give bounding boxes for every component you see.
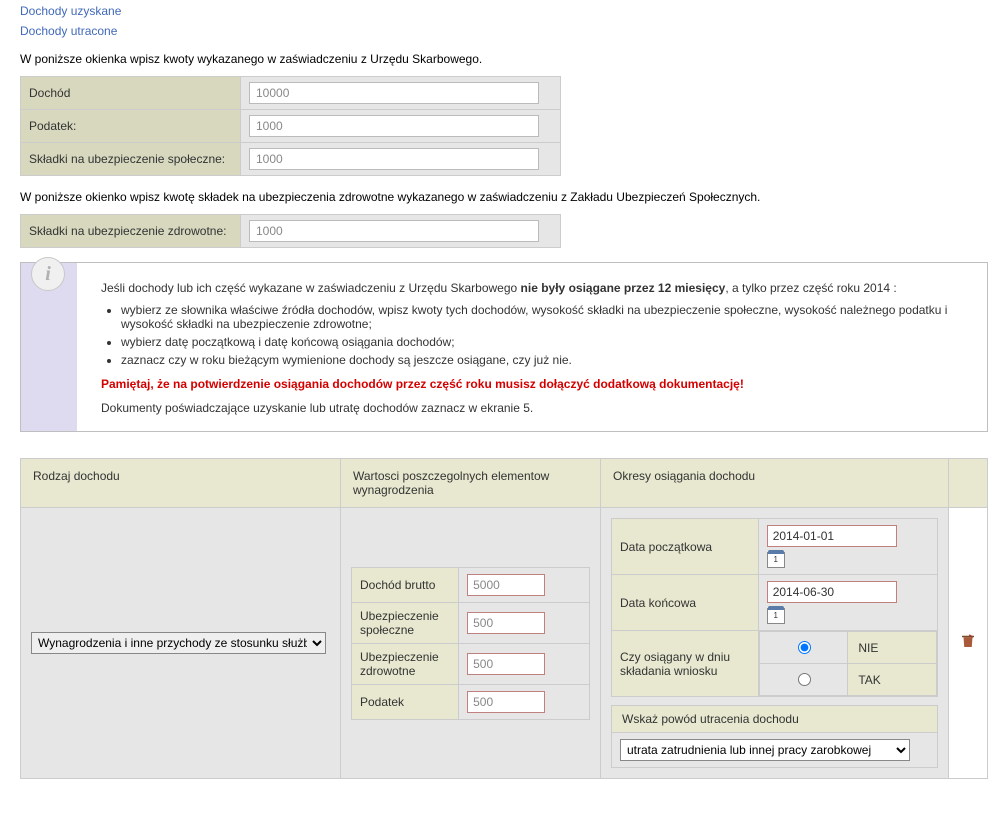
label-ubezp-spoleczne: Ubezpieczenie społeczne: [352, 602, 459, 643]
input-data-koncowa[interactable]: [767, 581, 897, 603]
info-footer: Dokumenty poświadczające uzyskanie lub u…: [101, 401, 971, 415]
label-tak: TAK: [848, 664, 937, 696]
form-health: Składki na ubezpieczenie zdrowotne:: [20, 214, 561, 248]
col-header-wartosci: Wartosci poszczegolnych elementow wynagr…: [341, 459, 601, 508]
cell-okresy: Data początkowa 1 Data końcowa 1 Czy osi…: [601, 508, 949, 779]
input-ubezp-zdrowotne[interactable]: [467, 653, 545, 675]
info-intro-bold: nie były osiągane przez 12 miesięcy: [521, 281, 726, 295]
label-czy-osiagany: Czy osiągany w dniu składania wniosku: [612, 631, 759, 697]
col-header-okresy: Okresy osiągania dochodu: [601, 459, 949, 508]
label-dochod: Dochód: [21, 77, 241, 110]
select-powod-utraty[interactable]: utrata zatrudnienia lub innej pracy zaro…: [620, 739, 910, 761]
label-data-konc: Data końcowa: [612, 575, 759, 631]
label-skladki-zdrowotne: Składki na ubezpieczenie zdrowotne:: [21, 215, 241, 248]
link-dochody-utracone[interactable]: Dochody utracone: [20, 24, 988, 38]
info-warning: Pamiętaj, że na potwierdzenie osiągania …: [101, 377, 971, 391]
label-ubezp-zdrowotne: Ubezpieczenie zdrowotne: [352, 643, 459, 684]
link-dochody-uzyskane[interactable]: Dochody uzyskane: [20, 4, 988, 18]
instruction-2: W poniższe okienko wpisz kwotę składek n…: [20, 190, 988, 204]
info-intro-before: Jeśli dochody lub ich część wykazane w z…: [101, 281, 521, 295]
col-header-rodzaj: Rodzaj dochodu: [21, 459, 341, 508]
label-skladki-spoleczne: Składki na ubezpieczenie społeczne:: [21, 143, 241, 176]
label-dochod-brutto: Dochód brutto: [352, 567, 459, 602]
input-dochod-brutto[interactable]: [467, 574, 545, 596]
input-podatek2[interactable]: [467, 691, 545, 713]
income-detail-table: Rodzaj dochodu Wartosci poszczegolnych e…: [20, 458, 988, 779]
cell-rodzaj: Wynagrodzenia i inne przychody ze stosun…: [21, 508, 341, 779]
label-data-pocz: Data początkowa: [612, 519, 759, 575]
instruction-1: W poniższe okienka wpisz kwoty wykazaneg…: [20, 52, 988, 66]
radio-tak[interactable]: [798, 673, 811, 686]
input-podatek[interactable]: [249, 115, 539, 137]
info-bullet: wybierz datę początkową i datę końcową o…: [121, 335, 971, 349]
form-income-tax: Dochód Podatek: Składki na ubezpieczenie…: [20, 76, 561, 176]
input-skladki-zdrowotne[interactable]: [249, 220, 539, 242]
info-intro: Jeśli dochody lub ich część wykazane w z…: [101, 281, 971, 295]
input-skladki-spoleczne[interactable]: [249, 148, 539, 170]
radio-nie[interactable]: [798, 641, 811, 654]
label-nie: NIE: [848, 632, 937, 664]
input-ubezp-spoleczne[interactable]: [467, 612, 545, 634]
info-box: i Jeśli dochody lub ich część wykazane w…: [20, 262, 988, 432]
label-podatek: Podatek:: [21, 110, 241, 143]
select-rodzaj-dochodu[interactable]: Wynagrodzenia i inne przychody ze stosun…: [31, 632, 326, 654]
info-bullet: zaznacz czy w roku bieżącym wymienione d…: [121, 353, 971, 367]
label-powod: Wskaż powód utracenia dochodu: [611, 705, 938, 732]
input-data-poczatkowa[interactable]: [767, 525, 897, 547]
info-bullets: wybierz ze słownika właściwe źródła doch…: [121, 303, 971, 367]
info-icon: i: [31, 257, 65, 291]
cell-wartosci: Dochód brutto Ubezpieczenie społeczne Ub…: [341, 508, 601, 779]
calendar-icon[interactable]: 1: [767, 552, 785, 568]
calendar-icon[interactable]: 1: [767, 608, 785, 624]
input-dochod[interactable]: [249, 82, 539, 104]
delete-row-icon[interactable]: [959, 632, 977, 655]
info-intro-after: , a tylko przez część roku 2014 :: [725, 281, 896, 295]
info-bullet: wybierz ze słownika właściwe źródła doch…: [121, 303, 971, 331]
label-podatek2: Podatek: [352, 684, 459, 719]
